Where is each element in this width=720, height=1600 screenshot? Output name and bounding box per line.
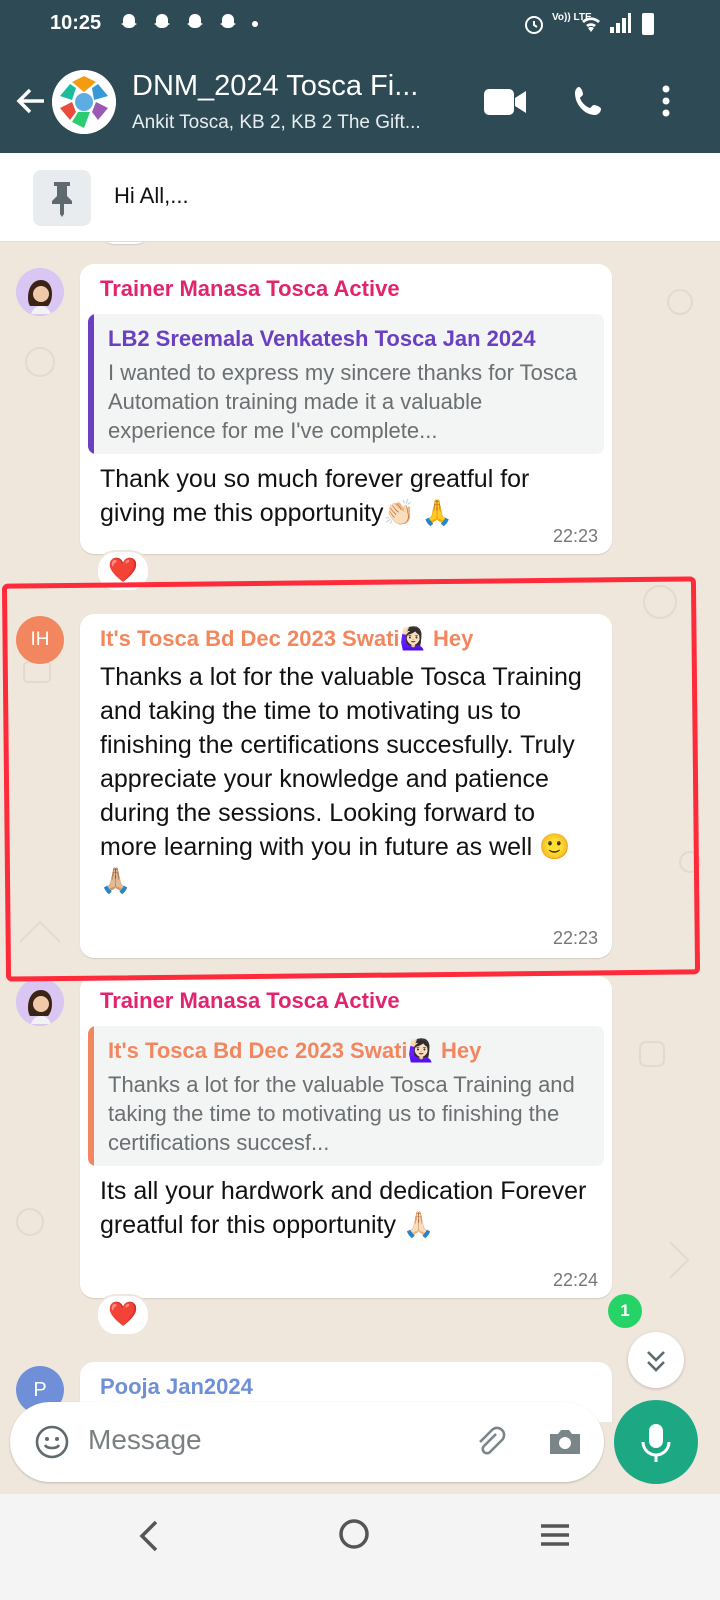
attach-icon[interactable] (472, 1424, 508, 1465)
quoted-sender: LB2 Sreemala Venkatesh Tosca Jan 2024 (108, 326, 536, 351)
group-title[interactable]: DNM_2024 Tosca Fi... (132, 70, 418, 103)
nav-back-icon[interactable] (134, 1516, 164, 1561)
quote-accent-bar (88, 314, 94, 454)
pinned-message-text: Hi All,... (114, 183, 189, 208)
heart-reaction[interactable]: ❤️ (96, 1294, 150, 1336)
system-nav-bar (0, 1494, 720, 1600)
quoted-message[interactable]: It's Tosca Bd Dec 2023 Swati🙋🏻‍♀️ Hey Th… (88, 1026, 604, 1166)
voice-message-button[interactable] (614, 1400, 698, 1484)
snapchat-icon (154, 14, 171, 28)
group-members[interactable]: Ankit Tosca, KB 2, KB 2 The Gift... (132, 112, 421, 134)
message-time: 22:24 (552, 1270, 598, 1290)
notification-icons (118, 12, 260, 39)
message-text: Its all your hardwork and dedication For… (100, 1177, 587, 1239)
microphone-icon (641, 1424, 671, 1462)
message-bubble[interactable]: Trainer Manasa Tosca Active It's Tosca B… (80, 976, 612, 1298)
pin-icon (33, 170, 91, 226)
message-bubble[interactable]: Trainer Manasa Tosca Active LB2 Sreemala… (80, 264, 612, 554)
unread-count-badge: 1 (608, 1294, 642, 1328)
double-chevron-down-icon (647, 1351, 665, 1372)
message-input[interactable]: Message (88, 1424, 202, 1456)
quoted-text: Thanks a lot for the valuable Tosca Trai… (108, 1072, 575, 1155)
sender-name[interactable]: Trainer Manasa Tosca Active (100, 988, 400, 1014)
group-avatar[interactable] (52, 70, 116, 134)
chat-area[interactable]: Trainer Manasa Tosca Active LB2 Sreemala… (0, 242, 720, 1422)
video-call-icon[interactable] (482, 86, 528, 123)
pinned-message-bar[interactable]: Hi All,... (0, 153, 720, 242)
clock: 10:25 (50, 12, 102, 34)
back-arrow-icon[interactable] (14, 84, 48, 123)
voice-call-icon[interactable] (572, 84, 606, 123)
scroll-to-bottom-button[interactable] (628, 1332, 684, 1388)
signal-icon (610, 13, 631, 33)
quoted-text: I wanted to express my sincere thanks fo… (108, 360, 578, 443)
snapchat-icon (187, 14, 204, 28)
snapchat-icon (121, 14, 137, 28)
dot-icon (252, 21, 259, 27)
sender-name[interactable]: Trainer Manasa Tosca Active (100, 276, 400, 302)
avatar[interactable] (16, 268, 64, 316)
battery-icon (642, 13, 654, 35)
message-time: 22:23 (552, 526, 598, 546)
emoji-icon[interactable] (34, 1424, 70, 1465)
snapchat-icon (220, 14, 237, 28)
quoted-sender: It's Tosca Bd Dec 2023 Swati🙋🏻‍♀️ Hey (108, 1038, 482, 1063)
highlight-annotation (1, 576, 701, 982)
camera-icon[interactable] (546, 1424, 584, 1465)
quoted-message[interactable]: LB2 Sreemala Venkatesh Tosca Jan 2024 I … (88, 314, 604, 454)
avatar[interactable] (16, 978, 64, 1026)
nav-home-icon[interactable] (336, 1514, 372, 1559)
alarm-icon (525, 16, 543, 34)
status-bar: 10:25 Vo)) LTE (0, 0, 720, 50)
message-composer[interactable]: Message (10, 1402, 604, 1482)
sender-name[interactable]: Pooja Jan2024 (100, 1374, 253, 1400)
nav-recents-icon[interactable] (538, 1518, 572, 1557)
more-options-icon[interactable] (660, 84, 672, 123)
chat-header: DNM_2024 Tosca Fi... Ankit Tosca, KB 2, … (0, 50, 720, 153)
quote-accent-bar (88, 1026, 94, 1166)
message-text: Thank you so much forever greatful for g… (100, 465, 530, 527)
wifi-icon (582, 17, 600, 32)
